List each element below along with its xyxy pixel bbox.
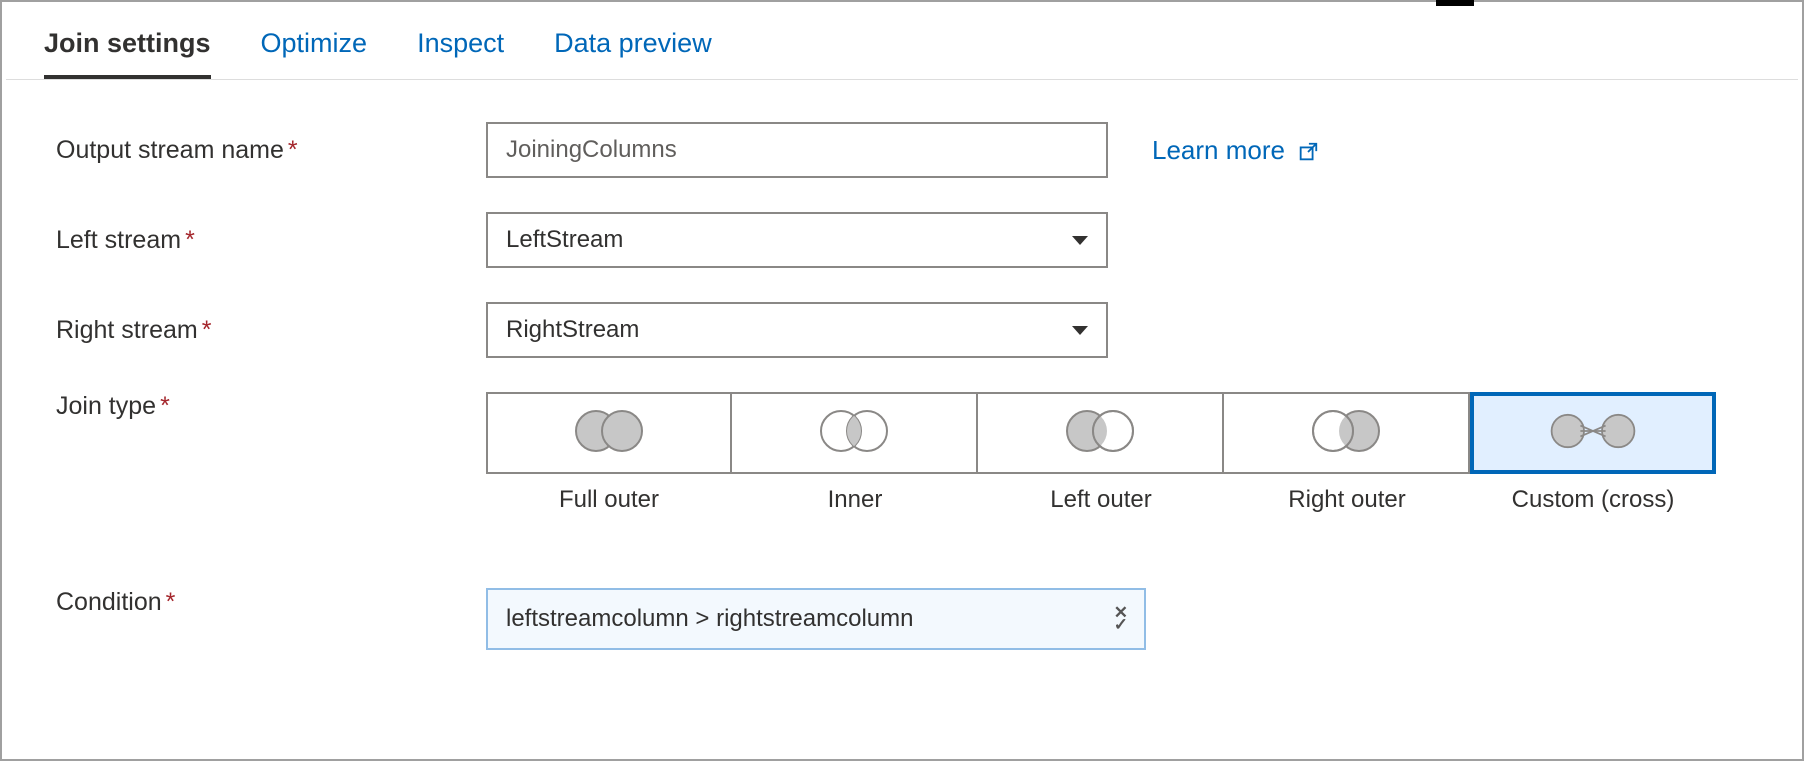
tab-data-preview[interactable]: Data preview bbox=[554, 18, 712, 79]
tab-inspect[interactable]: Inspect bbox=[417, 18, 504, 79]
right-stream-value: RightStream bbox=[506, 316, 639, 344]
label-left-stream: Left stream* bbox=[56, 226, 486, 255]
right-outer-icon bbox=[1301, 407, 1391, 460]
join-type-inner-label: Inner bbox=[828, 486, 883, 514]
required-indicator: * bbox=[288, 136, 298, 164]
external-link-icon bbox=[1297, 139, 1319, 161]
join-type-full-outer-label: Full outer bbox=[559, 486, 659, 514]
row-condition: Condition* leftstreamcolumn > rightstrea… bbox=[56, 588, 1748, 650]
join-type-inner[interactable]: Inner bbox=[732, 392, 978, 514]
inner-icon bbox=[809, 407, 899, 460]
custom-cross-icon bbox=[1548, 407, 1638, 460]
chevron-down-icon bbox=[1072, 326, 1088, 335]
label-condition: Condition* bbox=[56, 588, 486, 617]
row-right-stream: Right stream* RightStream bbox=[56, 302, 1748, 358]
join-type-right-outer[interactable]: Right outer bbox=[1224, 392, 1470, 514]
row-join-type: Join type* Full outer bbox=[56, 392, 1748, 514]
join-type-left-outer[interactable]: Left outer bbox=[978, 392, 1224, 514]
full-outer-icon bbox=[564, 407, 654, 460]
label-right-stream: Right stream* bbox=[56, 316, 486, 345]
join-type-left-outer-label: Left outer bbox=[1050, 486, 1151, 514]
learn-more-link[interactable]: Learn more bbox=[1152, 135, 1319, 166]
join-type-custom-cross-label: Custom (cross) bbox=[1512, 486, 1675, 514]
tab-optimize[interactable]: Optimize bbox=[261, 18, 368, 79]
label-output-stream-name: Output stream name* bbox=[56, 136, 486, 165]
label-join-type: Join type* bbox=[56, 392, 486, 421]
output-stream-name-input[interactable] bbox=[486, 122, 1108, 178]
required-indicator: * bbox=[160, 392, 170, 420]
form-body: Output stream name* Learn more Left stre… bbox=[6, 80, 1798, 692]
row-output-stream-name: Output stream name* Learn more bbox=[56, 122, 1748, 178]
condition-expression-value: leftstreamcolumn > rightstreamcolumn bbox=[506, 605, 913, 633]
required-indicator: * bbox=[166, 588, 176, 616]
required-indicator: * bbox=[185, 226, 195, 254]
left-outer-icon bbox=[1055, 407, 1145, 460]
condition-expression-input[interactable]: leftstreamcolumn > rightstreamcolumn ✕✓ bbox=[486, 588, 1146, 650]
left-stream-value: LeftStream bbox=[506, 226, 623, 254]
tab-join-settings[interactable]: Join settings bbox=[44, 18, 211, 79]
join-type-right-outer-label: Right outer bbox=[1288, 486, 1405, 514]
join-type-full-outer[interactable]: Full outer bbox=[486, 392, 732, 514]
required-indicator: * bbox=[202, 316, 212, 344]
row-left-stream: Left stream* LeftStream bbox=[56, 212, 1748, 268]
right-stream-select[interactable]: RightStream bbox=[486, 302, 1108, 358]
join-type-custom-cross[interactable]: Custom (cross) bbox=[1470, 392, 1716, 514]
left-stream-select[interactable]: LeftStream bbox=[486, 212, 1108, 268]
clear-validate-icon[interactable]: ✕✓ bbox=[1114, 607, 1128, 631]
window-accent bbox=[1436, 0, 1474, 6]
tabs-bar: Join settings Optimize Inspect Data prev… bbox=[6, 6, 1798, 80]
join-type-options: Full outer Inner bbox=[486, 392, 1716, 514]
chevron-down-icon bbox=[1072, 236, 1088, 245]
